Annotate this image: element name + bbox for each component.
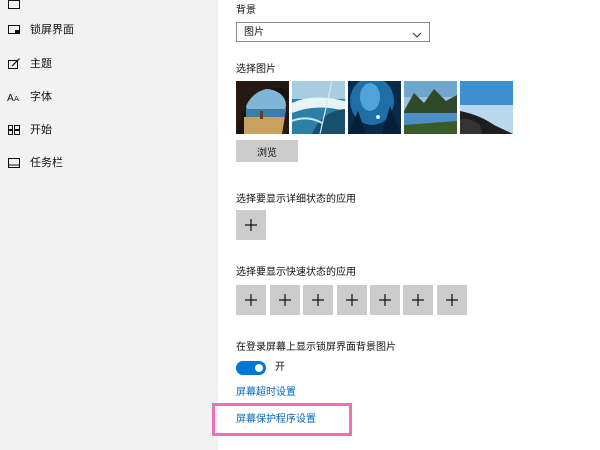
picture-thumb-mountain-lake[interactable] — [404, 81, 457, 134]
browse-button[interactable]: 浏览 — [236, 140, 298, 162]
background-select-value: 图片 — [244, 27, 264, 38]
plus-icon — [279, 294, 291, 306]
background-label: 背景 — [236, 5, 256, 16]
settings-sidebar: 锁屏界面 主题 AA 字体 开始 任务栏 — [0, 0, 218, 450]
quick-status-label: 选择要显示快速状态的应用 — [236, 267, 356, 278]
svg-text:A: A — [14, 95, 19, 103]
sidebar-item-label: 任务栏 — [30, 156, 63, 169]
add-quick-status-app-button-6[interactable] — [403, 285, 433, 315]
add-detailed-status-app-button[interactable] — [236, 210, 266, 240]
detailed-status-label: 选择要显示详细状态的应用 — [236, 194, 356, 205]
plus-icon — [312, 294, 324, 306]
screensaver-settings-link[interactable]: 屏幕保护程序设置 — [236, 413, 316, 426]
screen-timeout-settings-link[interactable]: 屏幕超时设置 — [236, 386, 296, 399]
add-quick-status-app-button-4[interactable] — [337, 285, 367, 315]
show-background-toggle[interactable] — [236, 361, 266, 375]
plus-icon — [245, 294, 257, 306]
toggle-state-label: 开 — [275, 362, 285, 373]
sidebar-item-label: 开始 — [30, 123, 52, 136]
picture-thumb-hillside-sky[interactable] — [460, 81, 513, 134]
theme-icon — [7, 57, 21, 71]
sidebar-item-theme[interactable]: 主题 — [0, 49, 218, 79]
toggle-knob — [255, 364, 263, 372]
choose-picture-label: 选择图片 — [236, 64, 276, 75]
lock-screen-settings-panel: 背景 图片 选择图片 浏览 选择要显示详细状态的应用 选择要显示快速状态的应用 … — [212, 0, 600, 450]
picture-thumb-waves-aerial[interactable] — [292, 81, 345, 134]
add-quick-status-app-button-5[interactable] — [370, 285, 400, 315]
taskbar-icon — [7, 156, 21, 170]
sidebar-item-label: 字体 — [30, 90, 52, 103]
picture-thumb-underwater-diver[interactable] — [348, 81, 401, 134]
sidebar-item-label: 锁屏界面 — [30, 23, 74, 36]
add-quick-status-app-button-7[interactable] — [437, 285, 467, 315]
background-icon — [7, 0, 21, 12]
sidebar-item-font[interactable]: AA 字体 — [0, 82, 218, 112]
plus-icon — [446, 294, 458, 306]
sidebar-item-label: 主题 — [30, 57, 52, 70]
picture-thumb-cave-beach[interactable] — [236, 81, 289, 134]
sidebar-item-start[interactable]: 开始 — [0, 115, 218, 145]
svg-text:A: A — [7, 93, 14, 104]
plus-icon — [379, 294, 391, 306]
plus-icon — [245, 219, 257, 231]
chevron-down-icon — [411, 26, 423, 38]
start-icon — [7, 123, 21, 137]
add-quick-status-app-button-3[interactable] — [303, 285, 333, 315]
show-background-on-signin-label: 在登录屏幕上显示锁屏界面背景图片 — [236, 342, 396, 353]
background-select[interactable]: 图片 — [236, 22, 430, 42]
add-quick-status-app-button-1[interactable] — [236, 285, 266, 315]
plus-icon — [346, 294, 358, 306]
add-quick-status-app-button-2[interactable] — [270, 285, 300, 315]
sidebar-item-taskbar[interactable]: 任务栏 — [0, 148, 218, 178]
plus-icon — [412, 294, 424, 306]
sidebar-item-lock-screen[interactable]: 锁屏界面 — [0, 15, 218, 45]
lock-screen-icon — [7, 23, 21, 37]
browse-button-label: 浏览 — [257, 147, 277, 159]
font-icon: AA — [7, 90, 21, 104]
